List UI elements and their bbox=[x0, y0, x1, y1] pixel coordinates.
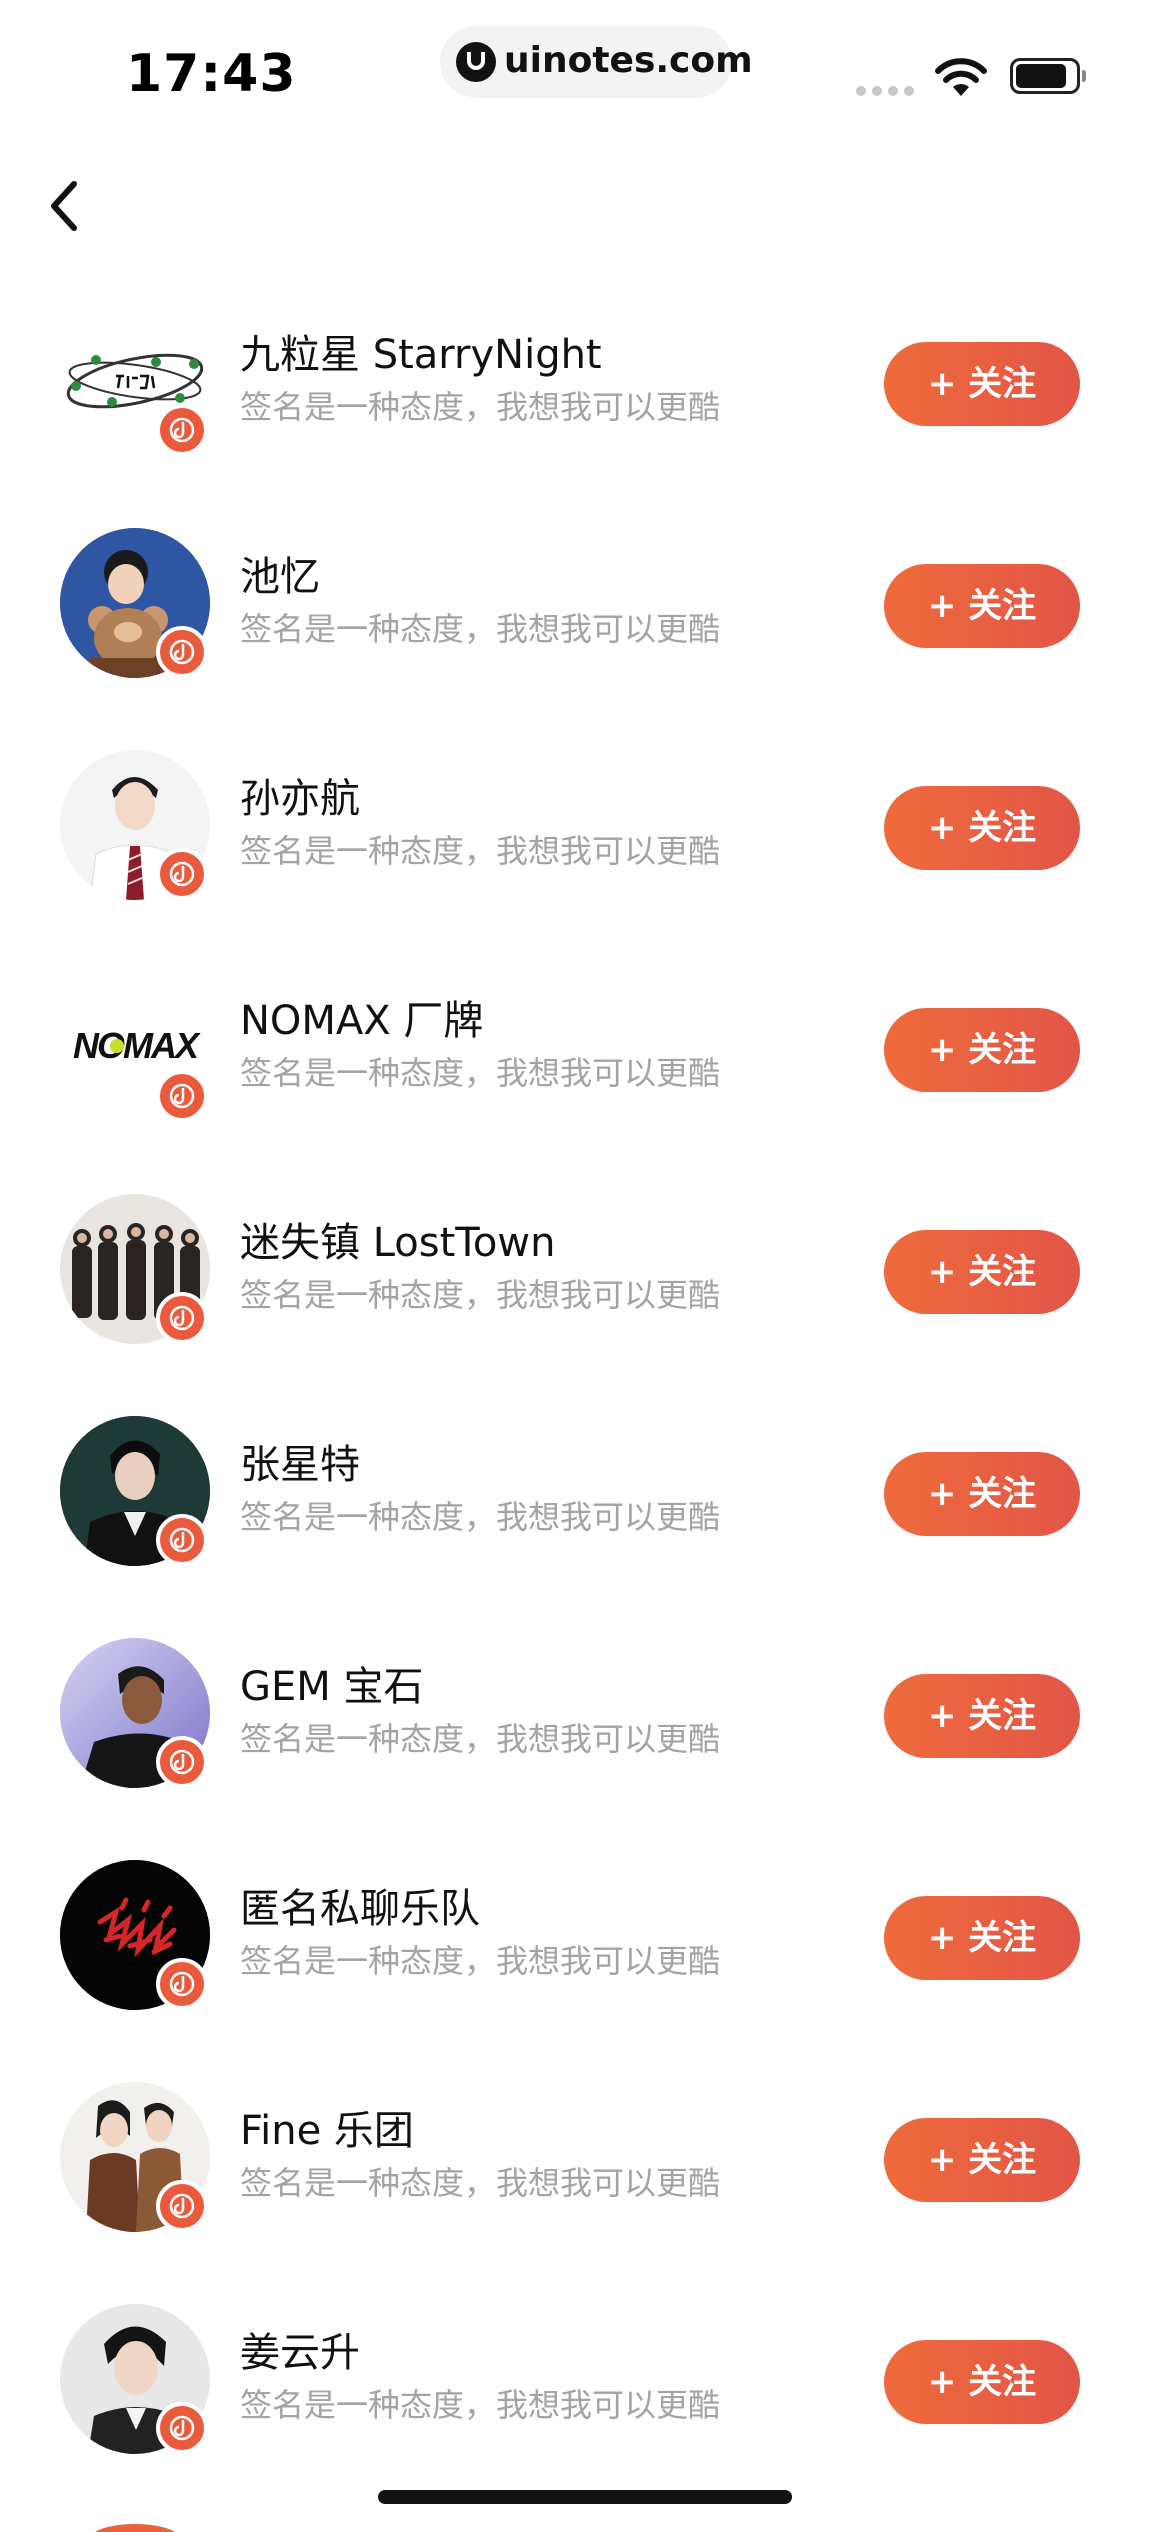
list-item[interactable]: 九粒星 StarryNight 签名是一种态度，我想我可以更酷 + 关注 bbox=[0, 296, 1170, 518]
user-name: Fine 乐团 bbox=[240, 2108, 414, 2154]
site-logo-icon bbox=[456, 42, 496, 82]
user-bio: 签名是一种态度，我想我可以更酷 bbox=[240, 388, 721, 426]
music-note-icon bbox=[156, 848, 208, 900]
svg-text:NOMAX: NOMAX bbox=[73, 1025, 201, 1066]
list-item[interactable]: 孙亦航 签名是一种态度，我想我可以更酷 + 关注 bbox=[0, 740, 1170, 962]
wifi-icon bbox=[934, 56, 988, 98]
user-name: GEM 宝石 bbox=[240, 1664, 424, 1710]
user-bio: 签名是一种态度，我想我可以更酷 bbox=[240, 1720, 721, 1758]
user-name: 池忆 bbox=[240, 554, 320, 600]
user-bio: 签名是一种态度，我想我可以更酷 bbox=[240, 610, 721, 648]
music-note-icon bbox=[156, 1736, 208, 1788]
list-item[interactable]: 姜云升 签名是一种态度，我想我可以更酷 + 关注 bbox=[0, 2294, 1170, 2516]
follow-button[interactable]: + 关注 bbox=[884, 1008, 1080, 1092]
follow-button[interactable]: + 关注 bbox=[884, 2340, 1080, 2424]
user-bio: 签名是一种态度，我想我可以更酷 bbox=[240, 2164, 721, 2202]
avatar[interactable]: NOMAX bbox=[60, 972, 210, 1122]
list-item[interactable]: Fine 乐团 签名是一种态度，我想我可以更酷 + 关注 bbox=[0, 2072, 1170, 2294]
user-name: 张星特 bbox=[240, 1442, 360, 1488]
user-name: 姜云升 bbox=[240, 2330, 360, 2376]
user-bio: 签名是一种态度，我想我可以更酷 bbox=[240, 832, 721, 870]
music-note-icon bbox=[156, 1292, 208, 1344]
follow-button[interactable]: + 关注 bbox=[884, 564, 1080, 648]
avatar[interactable] bbox=[60, 1638, 210, 1788]
home-indicator bbox=[378, 2490, 792, 2504]
avatar bbox=[90, 2524, 180, 2532]
music-note-icon bbox=[156, 626, 208, 678]
follow-button[interactable]: + 关注 bbox=[884, 2118, 1080, 2202]
user-list: 九粒星 StarryNight 签名是一种态度，我想我可以更酷 + 关注 池忆 … bbox=[0, 296, 1170, 2516]
list-item[interactable]: 张星特 签名是一种态度，我想我可以更酷 + 关注 bbox=[0, 1406, 1170, 1628]
user-name: 迷失镇 LostTown bbox=[240, 1220, 556, 1266]
music-note-icon bbox=[156, 404, 208, 456]
follow-button[interactable]: + 关注 bbox=[884, 342, 1080, 426]
music-note-icon bbox=[156, 1070, 208, 1122]
status-bar: 17:43 uinotes.com bbox=[0, 0, 1170, 150]
avatar[interactable] bbox=[60, 306, 210, 456]
battery-icon bbox=[1010, 58, 1086, 94]
user-name: 匿名私聊乐队 bbox=[240, 1886, 480, 1932]
follow-button[interactable]: + 关注 bbox=[884, 786, 1080, 870]
user-bio: 签名是一种态度，我想我可以更酷 bbox=[240, 1276, 721, 1314]
music-note-icon bbox=[156, 1514, 208, 1566]
user-name: 孙亦航 bbox=[240, 776, 360, 822]
user-bio: 签名是一种态度，我想我可以更酷 bbox=[240, 1942, 721, 1980]
list-item[interactable]: GEM 宝石 签名是一种态度，我想我可以更酷 + 关注 bbox=[0, 1628, 1170, 1850]
user-bio: 签名是一种态度，我想我可以更酷 bbox=[240, 2386, 721, 2424]
follow-button[interactable]: + 关注 bbox=[884, 1230, 1080, 1314]
url-text: uinotes.com bbox=[504, 40, 753, 81]
music-note-icon bbox=[156, 1958, 208, 2010]
url-pill[interactable]: uinotes.com bbox=[440, 26, 753, 98]
music-note-icon bbox=[156, 2402, 208, 2454]
avatar[interactable] bbox=[60, 1416, 210, 1566]
list-item[interactable]: 迷失镇 LostTown 签名是一种态度，我想我可以更酷 + 关注 bbox=[0, 1184, 1170, 1406]
follow-button[interactable]: + 关注 bbox=[884, 1452, 1080, 1536]
list-item[interactable]: NOMAX NOMAX 厂牌 签名是一种态度，我想我可以更酷 + 关注 bbox=[0, 962, 1170, 1184]
music-note-icon bbox=[156, 2180, 208, 2232]
user-name: NOMAX 厂牌 bbox=[240, 998, 484, 1044]
list-item[interactable]: 匿名私聊乐队 签名是一种态度，我想我可以更酷 + 关注 bbox=[0, 1850, 1170, 2072]
user-bio: 签名是一种态度，我想我可以更酷 bbox=[240, 1498, 721, 1536]
screen: 17:43 uinotes.com 九粒星 StarryNight 签名是一种态… bbox=[0, 0, 1170, 2532]
avatar[interactable] bbox=[60, 750, 210, 900]
follow-button[interactable]: + 关注 bbox=[884, 1896, 1080, 1980]
signal-icon bbox=[856, 86, 916, 96]
list-item[interactable]: 池忆 签名是一种态度，我想我可以更酷 + 关注 bbox=[0, 518, 1170, 740]
user-bio: 签名是一种态度，我想我可以更酷 bbox=[240, 1054, 721, 1092]
user-name: 九粒星 StarryNight bbox=[240, 332, 602, 378]
status-time: 17:43 bbox=[126, 44, 297, 104]
avatar[interactable] bbox=[60, 1860, 210, 2010]
chevron-left-icon bbox=[51, 181, 77, 231]
follow-button[interactable]: + 关注 bbox=[884, 1674, 1080, 1758]
avatar[interactable] bbox=[60, 2082, 210, 2232]
avatar[interactable] bbox=[60, 1194, 210, 1344]
avatar[interactable] bbox=[60, 2304, 210, 2454]
back-button[interactable] bbox=[30, 160, 120, 250]
avatar[interactable] bbox=[60, 528, 210, 678]
